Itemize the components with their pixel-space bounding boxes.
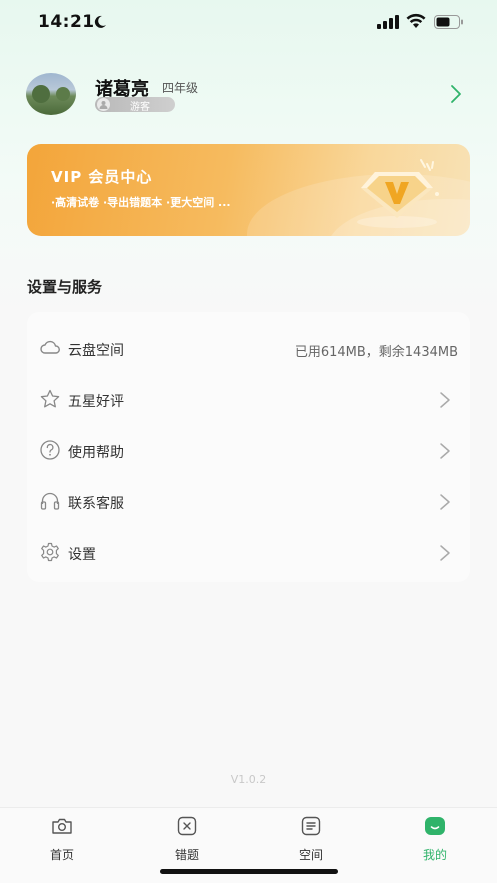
guest-label: 游客 — [130, 102, 150, 113]
tab-space-label: 空间 — [298, 848, 323, 862]
help-label: 使用帮助 — [68, 445, 124, 461]
tab-wrong-questions[interactable]: 错题 — [147, 814, 227, 864]
chevron-right-icon — [440, 545, 450, 561]
vip-member-card[interactable]: VIP 会员中心 ·高清试卷 ·导出错题本 ·更大空间 ... — [27, 144, 470, 236]
tab-wrong-questions-label: 错题 — [174, 848, 199, 862]
chevron-right-icon[interactable] — [448, 84, 464, 104]
tab-mine[interactable]: 我的 — [395, 814, 475, 864]
home-indicator — [160, 869, 338, 874]
chevron-right-icon — [440, 443, 450, 459]
star-icon — [40, 389, 60, 408]
settings-item[interactable]: 设置 — [27, 528, 470, 576]
avatar[interactable] — [26, 73, 76, 115]
settings-list: 云盘空间 已用614MB，剩余1434MB 五星好评 使用帮助 联系客服 设置 — [27, 312, 470, 582]
app-version: V1.0.2 — [230, 773, 267, 786]
vip-benefits: ·高清试卷 ·导出错题本 ·更大空间 ... — [51, 196, 231, 209]
guest-badge: 游客 — [95, 97, 175, 113]
moon-icon — [94, 15, 106, 28]
cloud-icon — [40, 340, 60, 354]
section-title: 设置与服务 — [27, 278, 103, 296]
help-icon — [40, 440, 60, 460]
headphones-icon — [40, 492, 60, 510]
user-grade: 四年级 — [162, 81, 199, 95]
signal-icon — [377, 15, 399, 29]
tab-mine-label: 我的 — [422, 848, 447, 862]
space-icon — [301, 816, 321, 836]
smile-icon — [425, 817, 445, 835]
settings-label: 设置 — [68, 547, 96, 563]
status-time: 14:21 — [38, 12, 95, 32]
vip-title: VIP 会员中心 — [51, 168, 153, 186]
wifi-icon — [406, 13, 426, 28]
five-star-review-label: 五星好评 — [68, 394, 124, 410]
gear-icon — [41, 542, 59, 562]
tab-space[interactable]: 空间 — [271, 814, 351, 864]
camera-icon — [52, 818, 72, 834]
cloud-storage-usage: 已用614MB，剩余1434MB — [294, 345, 458, 360]
customer-service-label: 联系客服 — [68, 496, 124, 512]
chevron-right-icon — [440, 392, 450, 408]
cloud-storage-label: 云盘空间 — [68, 343, 124, 359]
battery-icon — [434, 15, 463, 29]
status-bar: 14:21 — [0, 0, 497, 46]
chevron-right-icon — [440, 494, 450, 510]
wrong-question-icon — [177, 816, 197, 836]
user-icon — [97, 98, 110, 111]
cloud-storage-item[interactable]: 云盘空间 已用614MB，剩余1434MB — [27, 324, 470, 372]
five-star-review-item[interactable]: 五星好评 — [27, 375, 470, 423]
tab-home-label: 首页 — [49, 848, 74, 862]
customer-service-item[interactable]: 联系客服 — [27, 477, 470, 525]
help-item[interactable]: 使用帮助 — [27, 426, 470, 474]
vip-diamond-icon — [357, 159, 439, 228]
tab-home[interactable]: 首页 — [22, 814, 102, 864]
